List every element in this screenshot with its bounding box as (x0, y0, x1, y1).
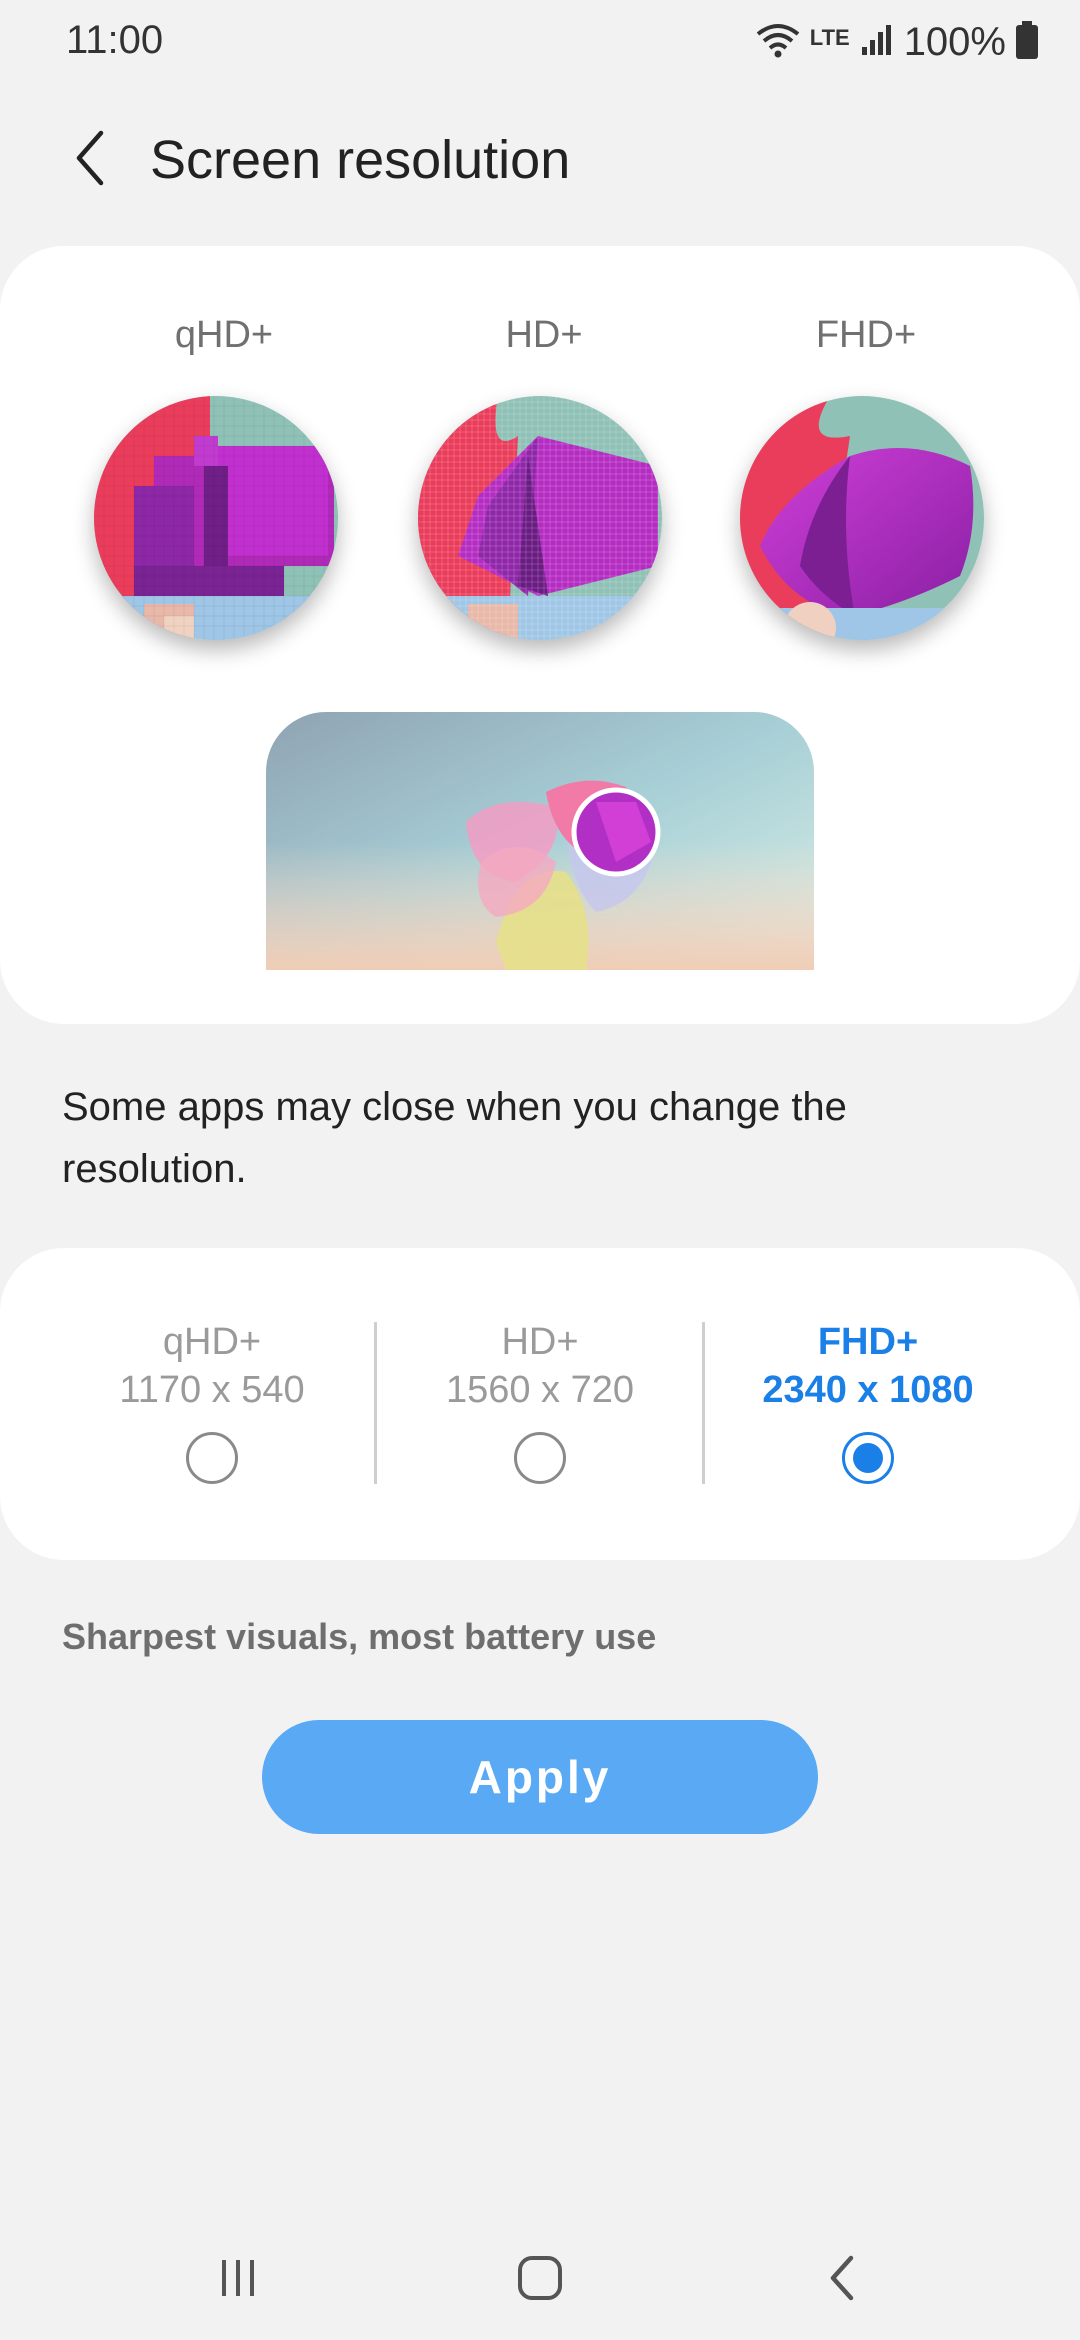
zoom-preview-fhd (740, 396, 984, 640)
option-hd-resolution: 1560 x 720 (445, 1369, 635, 1411)
preview-column-fhd: FHD+ (736, 312, 996, 358)
recents-button[interactable] (198, 2248, 278, 2312)
lte-indicator: LTE (809, 25, 850, 50)
preview-label-qhd: qHD+ (174, 314, 274, 356)
option-hd-name: HD+ (501, 1321, 579, 1363)
zoom-preview-hd (418, 396, 662, 640)
option-qhd[interactable]: qHD+ 1170 x 540 (52, 1318, 372, 1484)
option-qhd-resolution: 1170 x 540 (119, 1369, 305, 1411)
chevron-left-icon (73, 129, 107, 192)
preview-scene-image (266, 712, 814, 970)
resolution-description: Sharpest visuals, most battery use (62, 1616, 657, 1657)
battery-percent: 100% (903, 19, 1006, 64)
option-hd[interactable]: HD+ 1560 x 720 (380, 1318, 700, 1484)
option-hd-radio[interactable] (514, 1432, 566, 1484)
notice-text: Some apps may close when you change the … (62, 1085, 847, 1191)
navigation-bar (0, 2220, 1080, 2340)
back-icon (827, 2254, 857, 2307)
signal-icon (860, 23, 894, 62)
zoom-preview-qhd (94, 396, 338, 640)
back-button[interactable] (60, 128, 120, 192)
option-fhd-resolution: 2340 x 1080 (762, 1369, 974, 1411)
preview-column-qhd: qHD+ (94, 312, 354, 358)
status-bar: 11:00 LTE 100% (0, 0, 1080, 84)
option-fhd-radio[interactable] (842, 1432, 894, 1484)
battery-icon (1016, 20, 1038, 64)
back-nav-button[interactable] (802, 2248, 882, 2312)
option-fhd-name: FHD+ (817, 1321, 919, 1363)
status-time: 11:00 (66, 18, 164, 62)
option-divider (374, 1322, 377, 1484)
radio-selected-dot (853, 1443, 883, 1473)
home-button[interactable] (500, 2248, 580, 2312)
option-divider (702, 1322, 705, 1484)
preview-card: qHD+ HD+ FHD+ (0, 246, 1080, 1024)
preview-label-fhd: FHD+ (815, 314, 917, 356)
apply-button[interactable]: Apply (262, 1720, 818, 1834)
recents-icon (216, 2256, 260, 2305)
option-qhd-name: qHD+ (162, 1321, 262, 1363)
header: Screen resolution (0, 110, 1080, 210)
preview-column-hd: HD+ (414, 312, 674, 358)
home-icon (516, 2254, 564, 2307)
option-qhd-radio[interactable] (186, 1432, 238, 1484)
preview-label-hd: HD+ (505, 314, 583, 356)
wifi-icon (756, 22, 800, 63)
status-icons: LTE 100% (756, 18, 1038, 66)
resolution-options-card: qHD+ 1170 x 540 HD+ 1560 x 720 FHD+ 2340… (0, 1248, 1080, 1560)
option-fhd[interactable]: FHD+ 2340 x 1080 (708, 1318, 1028, 1484)
page-title: Screen resolution (150, 130, 571, 190)
